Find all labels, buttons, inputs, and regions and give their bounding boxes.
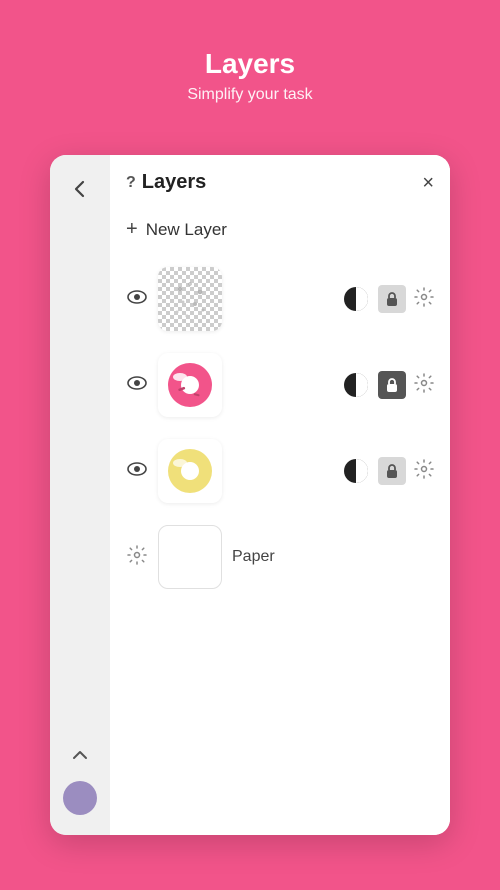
lock-icon[interactable] [378, 371, 406, 399]
help-icon[interactable]: ? [126, 174, 136, 192]
layer-thumbnail-3[interactable] [158, 439, 222, 503]
settings-icon[interactable] [414, 287, 434, 312]
layer-thumbnail-1[interactable] [158, 267, 222, 331]
layer-2-controls [342, 371, 434, 399]
layer-1-controls [342, 285, 434, 313]
paper-settings-icon[interactable] [126, 545, 148, 570]
close-button[interactable]: × [422, 173, 434, 193]
back-button[interactable] [62, 171, 98, 207]
panel-title-row: ? Layers [126, 171, 206, 194]
paper-thumbnail[interactable] [158, 525, 222, 589]
left-strip-bottom [50, 744, 110, 815]
color-picker-dot[interactable] [63, 781, 97, 815]
new-layer-button[interactable]: + New Layer [126, 214, 434, 245]
paper-label: Paper [232, 548, 275, 566]
new-layer-plus-icon: + [126, 218, 138, 241]
chevron-up-icon[interactable] [69, 744, 91, 771]
blend-mode-icon[interactable] [342, 285, 370, 313]
lock-icon[interactable] [378, 285, 406, 313]
new-layer-label: New Layer [146, 220, 227, 240]
panel-header: ? Layers × [126, 171, 434, 194]
blend-mode-icon[interactable] [342, 371, 370, 399]
panel-title: Layers [142, 171, 207, 194]
header-subtitle: Simplify your task [0, 86, 500, 104]
blend-mode-icon[interactable] [342, 457, 370, 485]
left-sidebar [50, 155, 110, 835]
layer-3-controls [342, 457, 434, 485]
layer-thumbnail-2[interactable] [158, 353, 222, 417]
eye-icon[interactable] [126, 461, 148, 481]
layers-panel: ? Layers × + New Layer [110, 155, 450, 835]
header-title: Layers [0, 48, 500, 80]
layer-row [126, 435, 434, 507]
eye-icon[interactable] [126, 375, 148, 395]
settings-icon[interactable] [414, 373, 434, 398]
layer-row [126, 263, 434, 335]
lock-icon[interactable] [378, 457, 406, 485]
eye-icon[interactable] [126, 289, 148, 309]
app-frame: ? Layers × + New Layer [50, 155, 450, 835]
paper-row: Paper [126, 521, 434, 593]
layer-row [126, 349, 434, 421]
settings-icon[interactable] [414, 459, 434, 484]
header-section: Layers Simplify your task [0, 0, 500, 128]
